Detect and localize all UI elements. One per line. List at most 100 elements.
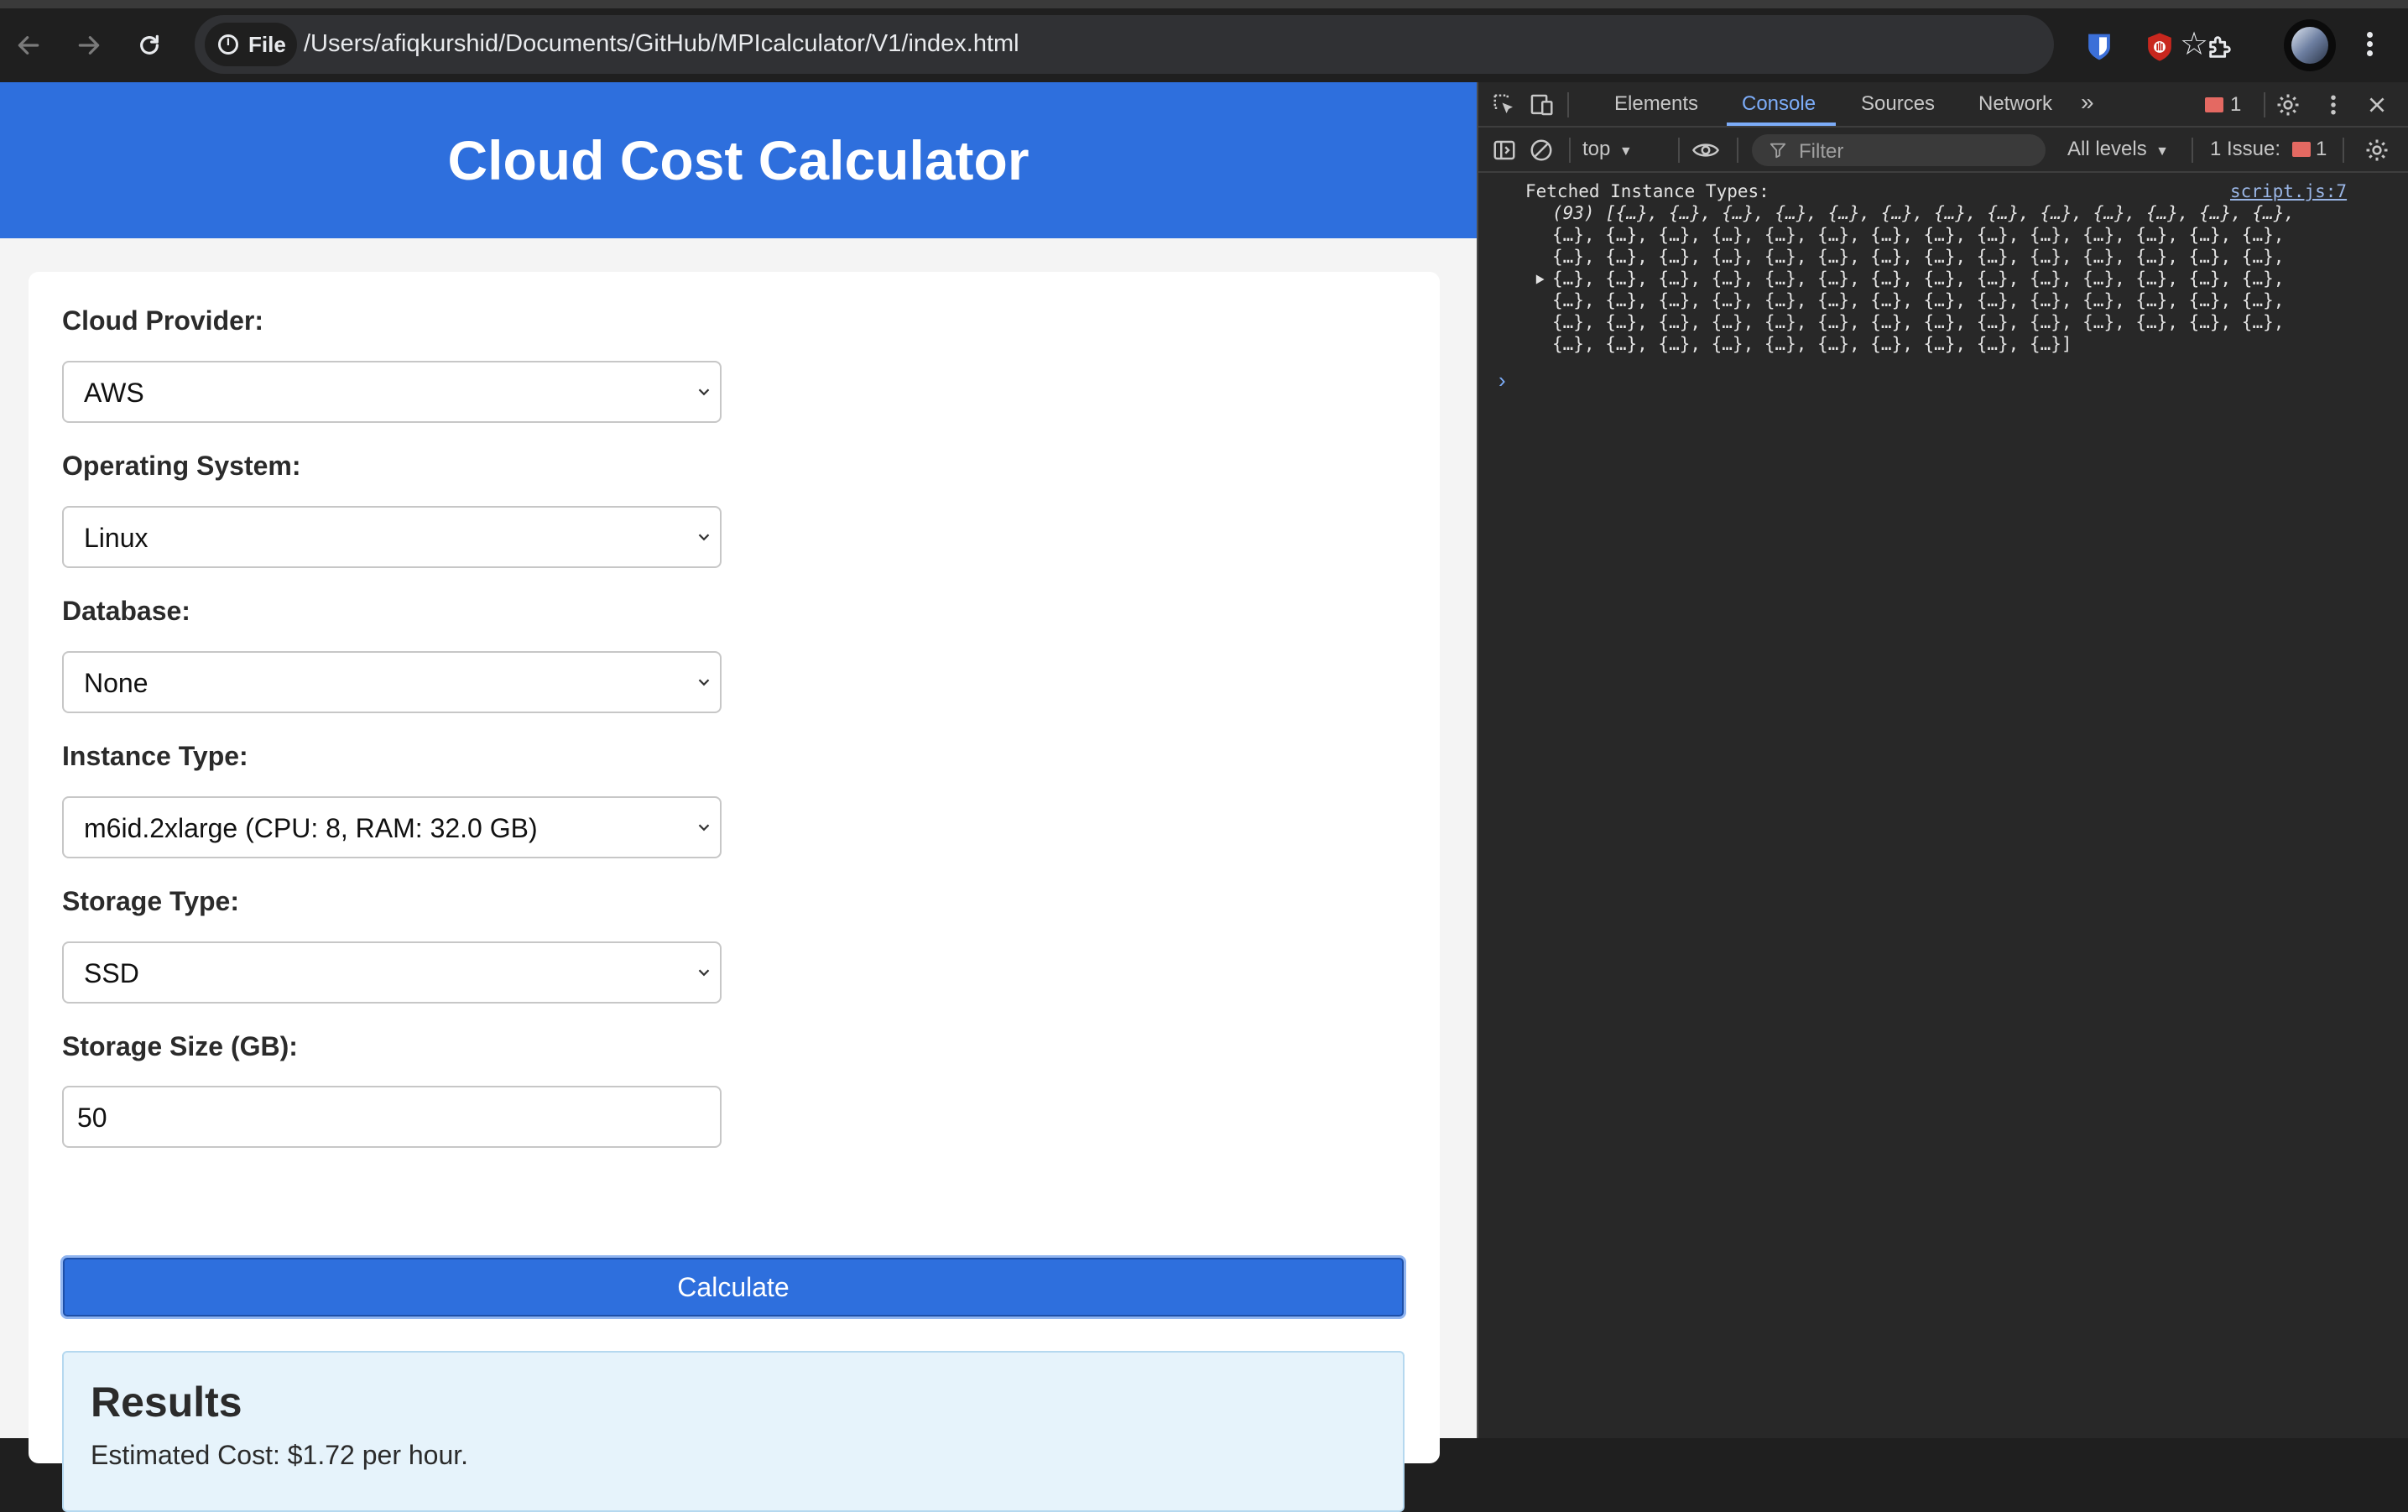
database-select[interactable]: None: [62, 651, 722, 713]
chevron-down-icon: [698, 388, 710, 396]
console-toolbar: top ▼ Filter All levels ▼ 1 Issue: 1: [1478, 128, 2408, 173]
url-text[interactable]: /Users/afiqkurshid/Documents/GitHub/MPIc…: [304, 30, 1019, 58]
tab-console[interactable]: Console: [1742, 92, 1816, 116]
storage-size-label: Storage Size (GB):: [62, 1031, 298, 1061]
more-tabs-icon[interactable]: »: [2081, 89, 2094, 116]
estimated-cost-text: Estimated Cost: $1.72 per hour.: [91, 1440, 469, 1470]
issues-button[interactable]: 1 Issue: 1: [2210, 138, 2336, 164]
log-levels-dropdown[interactable]: All levels ▼: [2067, 138, 2169, 161]
log-message: Fetched Instance Types:: [1525, 181, 1770, 201]
sidebar-toggle-icon[interactable]: [1490, 136, 1519, 164]
clear-console-icon[interactable]: [1527, 136, 1556, 164]
filter-funnel-icon: [1770, 143, 1786, 159]
instance-type-label: Instance Type:: [62, 741, 248, 771]
window-top-strip: [0, 0, 2408, 8]
profile-button[interactable]: [2284, 19, 2336, 71]
console-settings-gear-icon[interactable]: [2363, 136, 2391, 164]
log-array-line: {…}, {…}, {…}, {…}, {…}, {…}, {…}, {…}, …: [1552, 225, 2285, 245]
reload-icon: [140, 34, 159, 55]
issue-flag-icon: [2292, 142, 2311, 157]
console-log-entry: Fetched Instance Types: script.js:7 (93)…: [1478, 176, 2408, 369]
database-value: None: [84, 668, 149, 698]
cloud-provider-select[interactable]: AWS: [62, 361, 722, 423]
browser-toolbar: File /Users/afiqkurshid/Documents/GitHub…: [0, 8, 2408, 82]
forward-button[interactable]: [70, 27, 107, 64]
chevron-down-icon: [698, 534, 710, 541]
devtools-tabbar: Elements Console Sources Network » 1: [1478, 82, 2408, 128]
reload-button[interactable]: [131, 27, 168, 64]
back-button[interactable]: [10, 27, 47, 64]
close-icon[interactable]: [2363, 91, 2391, 119]
avatar: [2291, 27, 2328, 64]
divider: [1737, 138, 1738, 163]
log-array-line: {…}, {…}, {…}, {…}, {…}, {…}, {…}, {…}, …: [1552, 334, 2072, 354]
divider: [1567, 92, 1569, 117]
ublock-extension-icon[interactable]: [2143, 30, 2176, 64]
web-page: Cloud Cost Calculator Cloud Provider: AW…: [0, 82, 1477, 1512]
storage-type-value: SSD: [84, 958, 139, 988]
operating-system-value: Linux: [84, 523, 149, 553]
extensions-puzzle-icon[interactable]: [2203, 30, 2237, 64]
console-prompt-chevron-icon[interactable]: ›: [1498, 368, 1506, 394]
settings-gear-icon[interactable]: [2274, 91, 2302, 119]
tab-network[interactable]: Network: [1978, 92, 2052, 116]
log-array-line: {…}, {…}, {…}, {…}, {…}, {…}, {…}, {…}, …: [1552, 247, 2285, 267]
site-info-chip[interactable]: File: [205, 23, 297, 66]
filter-placeholder: Filter: [1799, 140, 1844, 163]
database-label: Database:: [62, 596, 190, 626]
error-flag-icon: [2205, 97, 2223, 112]
log-array-line[interactable]: (93) [{…}, {…}, {…}, {…}, {…}, {…}, {…},…: [1552, 203, 2295, 223]
more-options-icon[interactable]: [2319, 91, 2348, 119]
arrow-right-icon: [78, 36, 100, 55]
log-levels-value: All levels: [2067, 138, 2147, 160]
console-filter-input[interactable]: Filter: [1752, 134, 2046, 166]
cloud-provider-value: AWS: [84, 378, 144, 408]
live-expression-eye-icon[interactable]: [1691, 136, 1720, 164]
error-count[interactable]: 1: [2230, 93, 2241, 117]
browser-menu-icon[interactable]: [2361, 29, 2378, 62]
instance-type-value: m6id.2xlarge (CPU: 8, RAM: 32.0 GB): [84, 813, 538, 843]
caret-down-icon: ▼: [2155, 144, 2169, 159]
divider: [2343, 138, 2344, 163]
chevron-down-icon: [698, 824, 710, 832]
operating-system-select[interactable]: Linux: [62, 506, 722, 568]
calculate-button[interactable]: Calculate: [60, 1255, 1406, 1319]
issues-label: 1 Issue:: [2210, 138, 2281, 160]
calculator-form: Cloud Provider: AWS Operating System: Li…: [29, 272, 1440, 1512]
divider: [2192, 138, 2193, 163]
storage-size-input[interactable]: 50: [62, 1086, 722, 1148]
active-tab-indicator: [1727, 123, 1836, 126]
log-array-line: {…}, {…}, {…}, {…}, {…}, {…}, {…}, {…}, …: [1552, 269, 2285, 289]
tab-sources[interactable]: Sources: [1861, 92, 1935, 116]
bitwarden-extension-icon[interactable]: [2082, 30, 2116, 64]
results-panel: Results Estimated Cost: $1.72 per hour.: [62, 1351, 1405, 1512]
address-bar[interactable]: File /Users/afiqkurshid/Documents/GitHub…: [195, 15, 2208, 74]
tab-elements[interactable]: Elements: [1614, 92, 1698, 116]
divider: [1569, 138, 1571, 163]
log-array-line: {…}, {…}, {…}, {…}, {…}, {…}, {…}, {…}, …: [1552, 290, 2285, 310]
caret-down-icon: ▼: [1618, 144, 1633, 159]
storage-size-value: 50: [77, 1103, 107, 1133]
issues-count: 1: [2316, 138, 2327, 160]
operating-system-label: Operating System:: [62, 451, 301, 481]
context-selector[interactable]: top ▼: [1582, 138, 1633, 161]
devtools-panel: Elements Console Sources Network » 1 top…: [1477, 82, 2408, 1438]
divider: [1678, 138, 1680, 163]
info-icon: [218, 34, 238, 55]
results-title: Results: [91, 1379, 242, 1426]
context-value: top: [1582, 138, 1611, 160]
page-header: Cloud Cost Calculator: [0, 82, 1477, 238]
storage-type-select[interactable]: SSD: [62, 941, 722, 1004]
inspect-element-icon[interactable]: [1490, 91, 1519, 119]
chevron-down-icon: [698, 679, 710, 686]
log-array-line: {…}, {…}, {…}, {…}, {…}, {…}, {…}, {…}, …: [1552, 312, 2285, 332]
device-toolbar-icon[interactable]: [1527, 91, 1556, 119]
file-chip-label: File: [248, 31, 286, 57]
chevron-down-icon: [698, 969, 710, 977]
cloud-provider-label: Cloud Provider:: [62, 305, 264, 336]
log-source-link[interactable]: script.js:7: [2230, 181, 2347, 201]
instance-type-select[interactable]: m6id.2xlarge (CPU: 8, RAM: 32.0 GB): [62, 796, 722, 858]
page-title: Cloud Cost Calculator: [447, 129, 1029, 191]
expand-triangle-icon[interactable]: [1534, 274, 1545, 285]
arrow-left-icon: [18, 36, 39, 55]
